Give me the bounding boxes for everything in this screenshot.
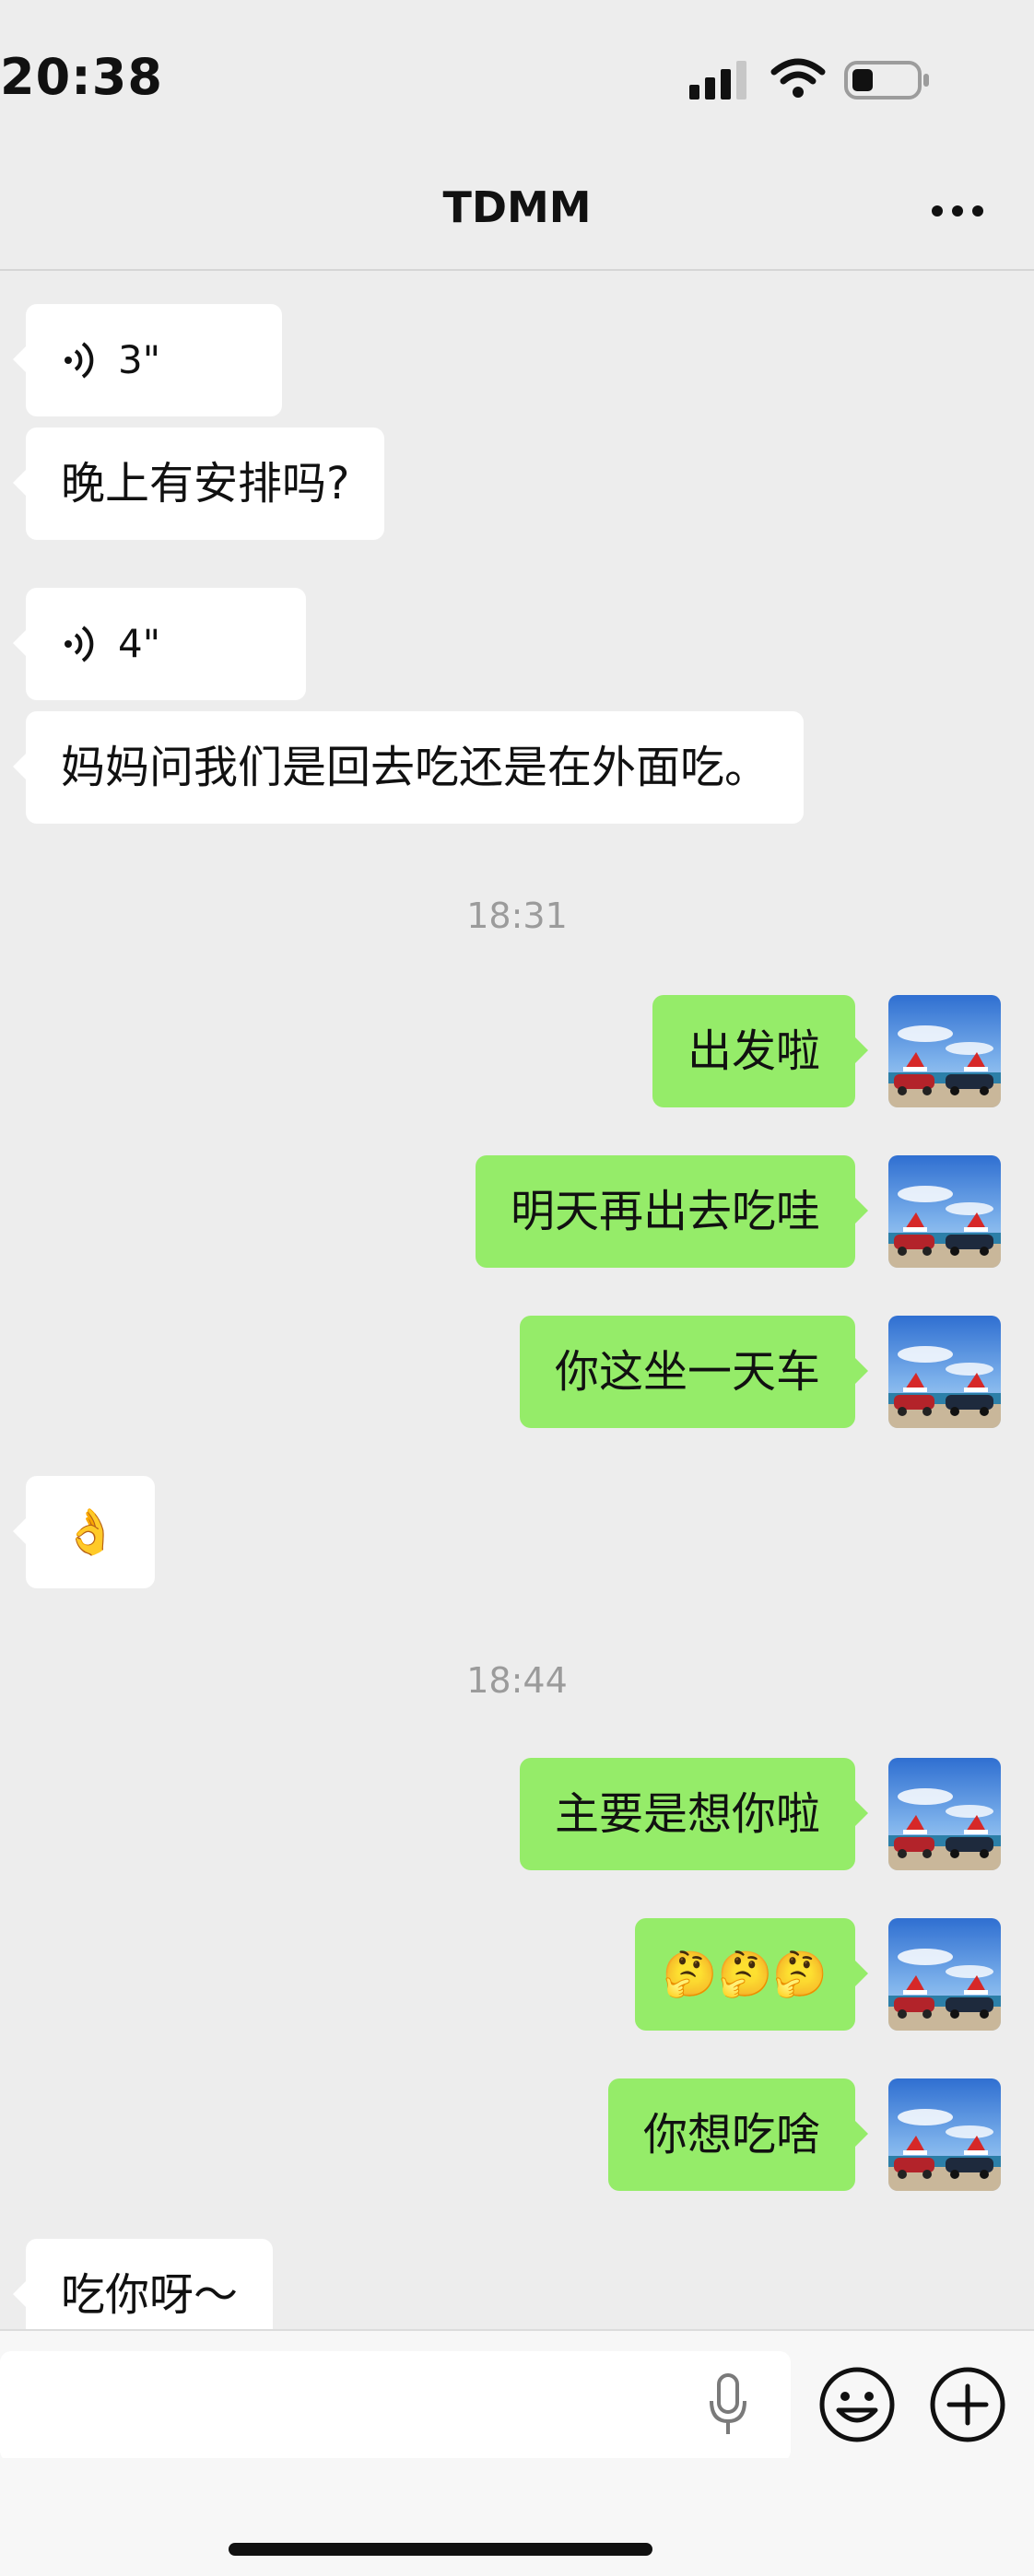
message-list[interactable]: 3" 晚上有安排吗? 4" 妈妈问我们是回去吃还是在外面吃。 18:31 出发啦… bbox=[0, 271, 1034, 2329]
emoji-bubble[interactable]: 👌 bbox=[26, 1476, 155, 1588]
bubble-tail bbox=[855, 1358, 868, 1384]
wifi-icon bbox=[770, 58, 826, 98]
message-outgoing: 出发啦 bbox=[0, 995, 1034, 1107]
avatar[interactable] bbox=[888, 2078, 1001, 2191]
message-emoji-outgoing: 🤔🤔🤔 bbox=[0, 1918, 1034, 2031]
bubble-tail bbox=[13, 1518, 26, 1544]
message-bubble[interactable]: 妈妈问我们是回去吃还是在外面吃。 bbox=[26, 711, 805, 824]
smiley-icon[interactable] bbox=[818, 2366, 896, 2443]
bubble-tail bbox=[855, 1961, 868, 1986]
message-bubble[interactable]: 明天再出去吃哇 bbox=[475, 1155, 855, 1268]
more-dots-icon[interactable] bbox=[931, 205, 984, 217]
message-outgoing: 你想吃啥 bbox=[0, 2078, 1034, 2191]
home-area bbox=[0, 2458, 1034, 2576]
message-incoming: 晚上有安排吗? bbox=[0, 427, 1034, 540]
voice-wave-icon bbox=[61, 340, 98, 381]
status-clock: 20:38 bbox=[0, 48, 163, 106]
avatar[interactable] bbox=[888, 1316, 1001, 1428]
message-bubble[interactable]: 出发啦 bbox=[652, 995, 855, 1107]
message-bubble[interactable]: 主要是想你啦 bbox=[519, 1758, 855, 1870]
bubble-tail bbox=[855, 1800, 868, 1826]
emoji-bubble[interactable]: 🤔🤔🤔 bbox=[634, 1918, 855, 2031]
voice-duration: 3" bbox=[118, 337, 161, 382]
time-divider: 18:31 bbox=[466, 896, 568, 936]
message-bubble[interactable]: 吃你呀～ bbox=[26, 2239, 274, 2329]
bubble-tail bbox=[13, 754, 26, 779]
avatar[interactable] bbox=[888, 995, 1001, 1107]
bubble-tail bbox=[855, 2121, 868, 2147]
bubble-tail bbox=[13, 630, 26, 656]
home-indicator[interactable] bbox=[229, 2543, 652, 2556]
message-incoming: 妈妈问我们是回去吃还是在外面吃。 bbox=[0, 711, 1034, 824]
microphone-icon[interactable] bbox=[704, 2371, 752, 2440]
cellular-signal-icon bbox=[689, 61, 746, 100]
bubble-tail bbox=[13, 346, 26, 372]
avatar[interactable] bbox=[888, 1758, 1001, 1870]
avatar[interactable] bbox=[888, 1918, 1001, 2031]
bubble-tail bbox=[13, 2281, 26, 2307]
time-divider: 18:44 bbox=[466, 1660, 568, 1701]
avatar[interactable] bbox=[888, 1155, 1001, 1268]
message-bubble[interactable]: 晚上有安排吗? bbox=[26, 427, 385, 540]
message-incoming: 吃你呀～ bbox=[0, 2239, 1034, 2329]
message-voice-incoming: 3" bbox=[0, 304, 1034, 416]
message-bubble[interactable]: 你这坐一天车 bbox=[519, 1316, 855, 1428]
chat-header: TDMM bbox=[0, 157, 1034, 271]
message-input[interactable] bbox=[0, 2351, 791, 2462]
message-emoji-incoming: 👌 bbox=[0, 1476, 1034, 1588]
plus-circle-icon[interactable] bbox=[929, 2366, 1006, 2443]
chat-title: TDMM bbox=[442, 182, 592, 232]
battery-icon bbox=[844, 61, 929, 100]
voice-message-bubble[interactable]: 3" bbox=[26, 304, 282, 416]
voice-duration: 4" bbox=[118, 621, 161, 666]
bubble-tail bbox=[855, 1198, 868, 1224]
input-bar bbox=[0, 2329, 1034, 2462]
message-outgoing: 你这坐一天车 bbox=[0, 1316, 1034, 1428]
bubble-tail bbox=[13, 470, 26, 496]
status-bar: 20:38 bbox=[0, 0, 1034, 157]
message-outgoing: 明天再出去吃哇 bbox=[0, 1155, 1034, 1268]
message-bubble[interactable]: 你想吃啥 bbox=[607, 2078, 855, 2191]
message-voice-incoming: 4" bbox=[0, 588, 1034, 700]
voice-wave-icon bbox=[61, 624, 98, 664]
voice-message-bubble[interactable]: 4" bbox=[26, 588, 306, 700]
bubble-tail bbox=[855, 1037, 868, 1063]
message-outgoing: 主要是想你啦 bbox=[0, 1758, 1034, 1870]
